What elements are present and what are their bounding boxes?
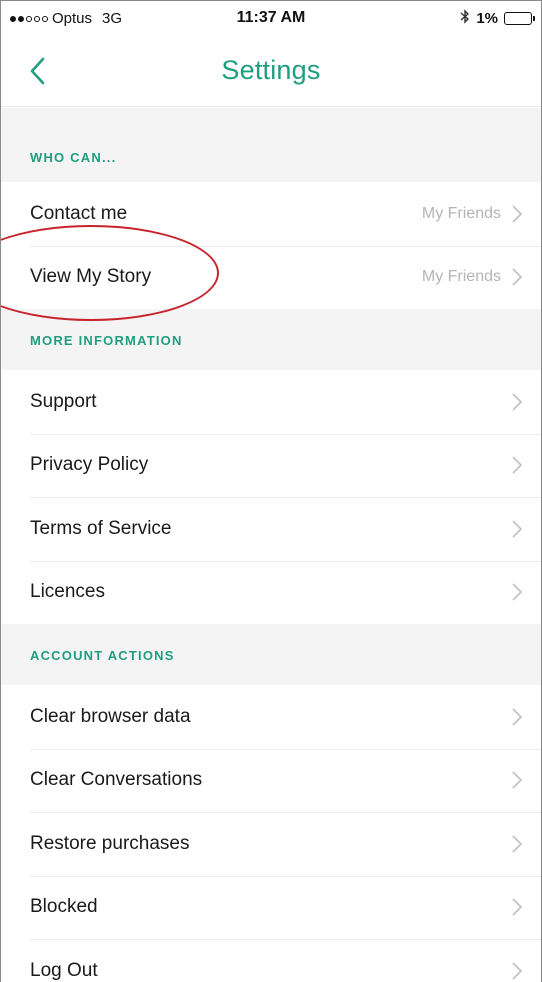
- page-title: Settings: [221, 55, 321, 85]
- chevron-right-icon: [511, 455, 523, 475]
- row-accessory: [511, 434, 523, 498]
- settings-list: WHO CAN... Contact me My Friends View My…: [1, 108, 541, 982]
- settings-row-terms-of-service[interactable]: Terms of Service: [1, 497, 541, 561]
- navigation-bar: Settings: [1, 35, 541, 107]
- settings-row-contact-me[interactable]: Contact me My Friends: [1, 182, 541, 246]
- settings-row-licences[interactable]: Licences: [1, 560, 541, 625]
- row-accessory: [511, 876, 523, 940]
- row-label: Restore purchases: [30, 832, 190, 854]
- battery-percent: 1%: [476, 10, 498, 27]
- chevron-right-icon: [511, 582, 523, 602]
- row-accessory: [511, 812, 523, 876]
- row-label: View My Story: [30, 266, 152, 288]
- row-label: Support: [30, 390, 97, 412]
- battery-icon: [504, 12, 535, 25]
- row-label: Terms of Service: [30, 517, 172, 539]
- settings-row-blocked[interactable]: Blocked: [1, 875, 541, 940]
- settings-row-restore-purchases[interactable]: Restore purchases: [1, 812, 541, 876]
- row-accessory: [511, 497, 523, 561]
- section-header-account-actions: ACCOUNT ACTIONS: [1, 624, 541, 685]
- row-label: Log Out: [30, 959, 98, 981]
- settings-row-clear-browser-data[interactable]: Clear browser data: [1, 685, 541, 749]
- chevron-right-icon: [511, 834, 523, 854]
- chevron-right-icon: [511, 961, 523, 981]
- settings-row-log-out[interactable]: Log Out: [1, 939, 541, 982]
- row-accessory: [511, 685, 523, 749]
- row-label: Clear Conversations: [30, 769, 203, 791]
- row-accessory: [511, 939, 523, 982]
- row-accessory: My Friends: [422, 246, 523, 310]
- chevron-right-icon: [511, 267, 523, 287]
- row-accessory: [511, 561, 523, 625]
- row-label: Contact me: [30, 202, 128, 224]
- section-header-who-can: WHO CAN...: [1, 108, 541, 182]
- status-bar: Optus 3G 11:37 AM 1%: [1, 1, 541, 35]
- bluetooth-icon: [460, 9, 470, 28]
- chevron-right-icon: [511, 707, 523, 727]
- chevron-right-icon: [511, 770, 523, 790]
- row-label: Clear browser data: [30, 705, 191, 727]
- status-right: 1%: [460, 9, 535, 28]
- phone-screen: Optus 3G 11:37 AM 1% Settings WHO CAN...…: [0, 0, 542, 982]
- settings-row-privacy-policy[interactable]: Privacy Policy: [1, 433, 541, 498]
- row-label: Licences: [30, 581, 105, 603]
- row-accessory: My Friends: [422, 182, 523, 246]
- row-accessory: [511, 370, 523, 434]
- chevron-right-icon: [511, 392, 523, 412]
- section-header-more-information: MORE INFORMATION: [1, 309, 541, 370]
- row-label: Privacy Policy: [30, 454, 149, 476]
- row-value: My Friends: [421, 268, 501, 286]
- row-label: Blocked: [30, 896, 98, 918]
- chevron-right-icon: [511, 897, 523, 917]
- settings-row-support[interactable]: Support: [1, 370, 541, 434]
- row-value: My Friends: [421, 204, 501, 222]
- row-accessory: [511, 749, 523, 813]
- settings-row-view-my-story[interactable]: View My Story My Friends: [1, 245, 541, 310]
- settings-row-clear-conversations[interactable]: Clear Conversations: [1, 748, 541, 813]
- chevron-right-icon: [511, 204, 523, 224]
- chevron-right-icon: [511, 519, 523, 539]
